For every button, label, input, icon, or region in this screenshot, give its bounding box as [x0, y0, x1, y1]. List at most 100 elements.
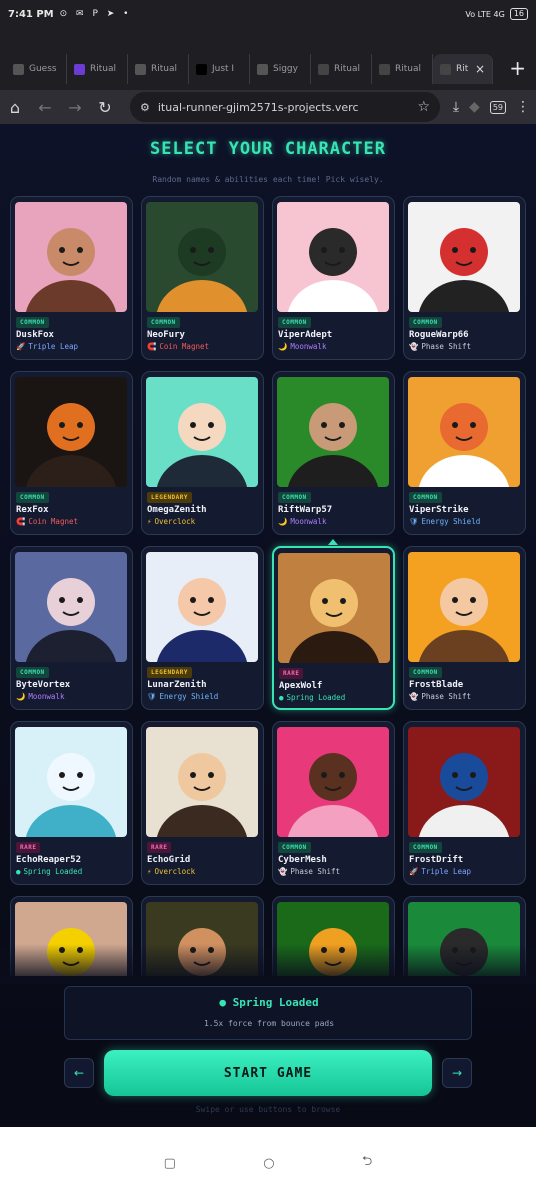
- character-card[interactable]: COMMON FrostDrift 🚀 Triple Leap: [403, 721, 526, 885]
- forward-icon[interactable]: →: [60, 98, 90, 117]
- rarity-badge: COMMON: [409, 842, 442, 853]
- reload-icon[interactable]: ↻: [90, 98, 120, 117]
- ability-label: Phase Shift: [290, 867, 341, 876]
- extension-icon[interactable]: ◆: [469, 99, 480, 115]
- home-icon[interactable]: ⌂: [0, 98, 30, 117]
- rocket-icon: 🚀: [16, 342, 26, 351]
- site-settings-icon[interactable]: ⚙: [140, 101, 150, 114]
- new-tab-icon[interactable]: +: [509, 58, 526, 78]
- tab-label: Just I: [212, 64, 235, 74]
- back-nav-icon[interactable]: ⮌: [362, 1152, 372, 1174]
- back-icon[interactable]: ←: [30, 98, 60, 117]
- menu-icon[interactable]: ⋮: [516, 99, 530, 115]
- character-name: ViperAdept: [278, 330, 333, 340]
- character-name: ViperStrike: [409, 505, 469, 515]
- character-card[interactable]: COMMON NeoFury 🧲 Coin Magnet: [141, 196, 264, 360]
- character-card[interactable]: RARE EchoGrid ⚡ Overclock: [141, 721, 264, 885]
- ability-label: Overclock: [154, 867, 196, 876]
- ghost-icon: 👻: [278, 867, 288, 876]
- ghost-icon: 👻: [409, 342, 419, 351]
- character-portrait: [15, 202, 127, 312]
- character-card[interactable]: RARE EchoReaper52 ● Spring Loaded: [10, 721, 133, 885]
- rarity-badge: COMMON: [409, 667, 442, 678]
- browser-tab[interactable]: Rit ×: [433, 54, 493, 84]
- character-card[interactable]: LEGENDARY LunarZenith 🛡 Energy Shield: [141, 546, 264, 710]
- tab-list: Guess Ritual Ritual Just I Siggy Ritual Ritual…: [6, 54, 493, 84]
- character-card[interactable]: COMMON RiftWarp57 🌙 Moonwalk: [272, 371, 395, 535]
- character-card[interactable]: COMMON RogueWarp66 👻 Phase Shift: [403, 196, 526, 360]
- status-bar: 7:41 PM ⊙ ✉ P ➤ • Vo LTE 4G 16: [0, 0, 536, 28]
- rarity-badge: COMMON: [16, 317, 49, 328]
- character-card[interactable]: LEGENDARY OmegaZenith ⚡ Overclock: [141, 371, 264, 535]
- bolt-icon: ⚡: [147, 867, 152, 876]
- browser-tab[interactable]: Ritual: [67, 54, 128, 84]
- character-portrait: [278, 553, 390, 663]
- ability-label: Energy Shield: [421, 517, 481, 526]
- rarity-badge: COMMON: [409, 492, 442, 503]
- character-ability: 🧲 Coin Magnet: [16, 517, 78, 526]
- ability-label: Phase Shift: [421, 342, 472, 351]
- prev-button[interactable]: ←: [64, 1058, 94, 1088]
- ability-info-panel: ● Spring Loaded 1.5x force from bounce p…: [64, 986, 472, 1040]
- grid-fade: [0, 944, 536, 984]
- tab-label: Ritual: [334, 64, 361, 74]
- bookmark-star-icon[interactable]: ☆: [417, 99, 430, 115]
- page-subtitle: Random names & abilities each time! Pick…: [152, 175, 384, 184]
- browser-tab[interactable]: Ritual: [128, 54, 189, 84]
- browser-toolbar: ⌂ ← → ↻ ⚙ itual-runner-gjim2571s-project…: [0, 90, 536, 124]
- signal-icon: Vo LTE 4G: [465, 9, 505, 19]
- character-ability: 🌙 Moonwalk: [278, 342, 326, 351]
- magnet-icon: 🧲: [16, 517, 26, 526]
- ability-label: Triple Leap: [28, 342, 79, 351]
- character-card[interactable]: RARE ApexWolf ● Spring Loaded: [272, 546, 395, 710]
- character-card[interactable]: COMMON RexFox 🧲 Coin Magnet: [10, 371, 133, 535]
- download-icon[interactable]: ⤓: [453, 99, 459, 115]
- character-ability: 👻 Phase Shift: [409, 692, 471, 701]
- close-tab-icon[interactable]: ×: [475, 62, 485, 76]
- browser-tab[interactable]: Siggy: [250, 54, 311, 84]
- character-portrait: [408, 377, 520, 487]
- moon-icon: 🌙: [278, 517, 288, 526]
- tab-count-button[interactable]: 59: [489, 100, 506, 114]
- character-portrait: [146, 552, 258, 662]
- character-portrait: [408, 727, 520, 837]
- character-name: FrostDrift: [409, 855, 464, 865]
- character-card[interactable]: COMMON FrostBlade 👻 Phase Shift: [403, 546, 526, 710]
- address-bar[interactable]: ⚙ itual-runner-gjim2571s-projects.vercel…: [130, 92, 440, 122]
- character-name: DuskFox: [16, 330, 54, 340]
- url-text[interactable]: itual-runner-gjim2571s-projects.vercel.a…: [158, 101, 358, 114]
- character-portrait: [146, 377, 258, 487]
- browser-tab[interactable]: Ritual: [372, 54, 433, 84]
- selection-pointer-icon: [328, 539, 338, 545]
- character-card[interactable]: COMMON CyberMesh 👻 Phase Shift: [272, 721, 395, 885]
- tab-label: Guess: [29, 64, 57, 74]
- globe-icon: [13, 63, 24, 75]
- character-portrait: [15, 377, 127, 487]
- character-card[interactable]: COMMON ViperStrike 🛡 Energy Shield: [403, 371, 526, 535]
- tab-label: Ritual: [90, 64, 117, 74]
- rarity-badge: RARE: [279, 668, 304, 679]
- ability-label: Coin Magnet: [28, 517, 79, 526]
- character-name: LunarZenith: [147, 680, 207, 690]
- tab-label: Ritual: [395, 64, 422, 74]
- globe-icon: [257, 63, 268, 75]
- character-card[interactable]: COMMON DuskFox 🚀 Triple Leap: [10, 196, 133, 360]
- character-card[interactable]: COMMON ByteVortex 🌙 Moonwalk: [10, 546, 133, 710]
- rarity-badge: RARE: [16, 842, 41, 853]
- z-icon: [440, 63, 451, 75]
- character-card[interactable]: COMMON ViperAdept 🌙 Moonwalk: [272, 196, 395, 360]
- browser-tab[interactable]: Just I: [189, 54, 250, 84]
- ability-label: Moonwalk: [290, 517, 327, 526]
- home-nav-icon[interactable]: ○: [263, 1156, 274, 1171]
- browse-hint: Swipe or use buttons to browse: [195, 1105, 341, 1114]
- next-button[interactable]: →: [442, 1058, 472, 1088]
- ability-label: Moonwalk: [290, 342, 327, 351]
- ritual-icon: [74, 63, 85, 75]
- character-portrait: [277, 377, 389, 487]
- browser-tab[interactable]: Ritual: [311, 54, 372, 84]
- character-grid[interactable]: COMMON DuskFox 🚀 Triple Leap COMMON NeoFury 🧲 C…: [10, 196, 528, 976]
- browser-tab-strip: Guess Ritual Ritual Just I Siggy Ritual Ritual…: [0, 28, 536, 90]
- recents-icon[interactable]: ▢: [164, 1156, 176, 1171]
- start-game-button[interactable]: START GAME: [104, 1050, 432, 1096]
- browser-tab[interactable]: Guess: [6, 54, 67, 84]
